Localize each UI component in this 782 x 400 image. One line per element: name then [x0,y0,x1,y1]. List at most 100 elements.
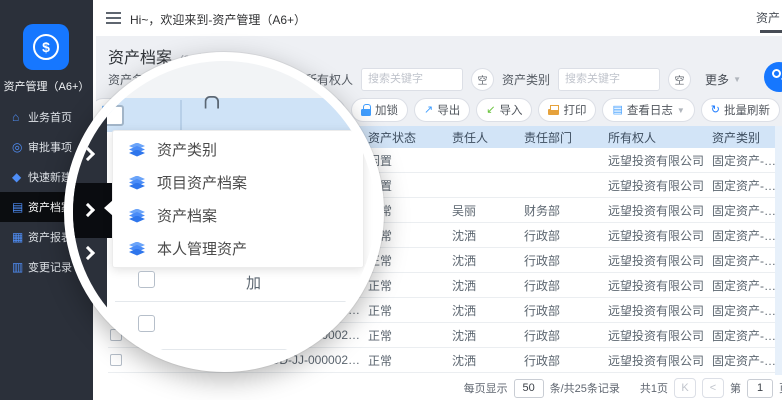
flyout-item-3[interactable]: 本人管理资产 [113,232,363,265]
cell-status: 正常 [368,327,452,344]
cell-owner: 远望投资有限公司 [608,152,712,169]
home-icon: ⌂ [12,110,28,124]
cell-status: 正常 [368,352,452,369]
page-number-input[interactable] [747,379,773,398]
cell-dept: 行政部 [524,327,608,344]
sidebar-item-label: 审批事项 [28,139,72,155]
welcome-text: Hi~，欢迎来到-资产管理（A6+） [130,11,306,28]
chevron-right-icon[interactable] [83,149,93,159]
cell-dept: 行政部 [524,252,608,269]
magnified-row-divider [115,301,355,302]
column-header: 资产类别 [712,129,782,146]
cell-category: 固定资产-其他... [712,227,782,244]
more-label: 更多 [705,71,729,88]
scrollbar-track[interactable] [775,126,782,375]
category-input[interactable] [558,68,660,91]
quick-create-icon: ◆ [12,170,28,184]
export-button[interactable]: ↗ 导出 [414,98,470,122]
asset-report-icon: ▦ [12,230,28,244]
cell-dept: 财务部 [524,202,608,219]
cell-dept: 行政部 [524,277,608,294]
button-label: 加锁 [375,102,398,118]
cell-category: 固定资产-其他... [712,277,782,294]
cell-person: 沈洒 [452,252,524,269]
cell-person: 沈洒 [452,302,524,319]
print-icon [548,109,559,115]
magnifier-overlay: 资产类别项目资产档案资产档案本人管理资产 加 [64,52,384,372]
search-icon [772,69,781,78]
more-filters-button[interactable]: 更多 ▼ [705,71,741,88]
cell-person: 沈洒 [452,227,524,244]
button-label: 批量刷新 [724,102,770,118]
cell-status: 正常 [368,252,452,269]
owner-input[interactable] [361,68,463,91]
pagination-bar: 每页显示 条/共25条记录 共1页 K < 第 页 [96,375,782,400]
lock-button[interactable]: 加锁 [351,98,408,122]
magnifier-content: 资产类别项目资产档案资产档案本人管理资产 加 [73,61,375,363]
flyout-menu: 资产类别项目资产档案资产档案本人管理资产 [112,130,364,268]
cell-category: 固定资产-电子... [712,152,782,169]
app-screen: $ 资产管理（A6+） ⌂业务首页◎审批事项◆快速新建▤资产档案▦资产报表▥变更… [0,0,782,400]
per-page-input[interactable] [514,379,544,398]
app-logo: $ [23,24,69,70]
layers-icon [129,209,145,223]
cell-owner: 远望投资有限公司 [608,177,712,194]
cell-category: 固定资产-电子... [712,202,782,219]
chevron-right-icon[interactable] [83,205,93,215]
cell-owner: 远望投资有限公司 [608,277,712,294]
hamburger-menu-icon[interactable] [106,12,121,27]
button-label: 导出 [437,102,460,118]
import-icon: ↙ [486,105,495,116]
cell-dept: 行政部 [524,352,608,369]
magnified-row-checkbox[interactable] [138,271,155,288]
chevron-right-icon[interactable] [83,248,93,258]
export-icon: ↗ [424,105,433,116]
log-button[interactable]: ▤查看日志▼ [602,98,694,122]
layers-icon [129,176,145,190]
cell-category: 固定资产-家具... [712,327,782,344]
empty-toggle-category[interactable]: 空 [668,68,691,91]
magnified-row-text: 加 [246,272,261,293]
log-icon: ▤ [612,105,622,116]
button-label: 打印 [563,102,586,118]
tab-underline [760,30,782,33]
cell-person: 吴丽 [452,202,524,219]
refresh-button[interactable]: ↻批量刷新 [701,98,780,122]
row-checkbox[interactable] [110,354,122,366]
sidebar-item-label: 快速新建 [28,169,72,185]
topbar: Hi~，欢迎来到-资产管理（A6+） 资产 [96,0,782,36]
filter-label-category: 资产类别 [502,71,550,88]
cell-owner: 远望投资有限公司 [608,252,712,269]
cell-category: 固定资产-电子... [712,177,782,194]
cell-category: 固定资产-家具... [712,302,782,319]
flyout-item-label: 资产档案 [157,205,217,226]
cell-owner: 远望投资有限公司 [608,327,712,344]
layers-icon [129,143,145,157]
cell-category: 固定资产-家具... [712,352,782,369]
print-button[interactable]: 打印 [538,98,596,122]
button-label: 导入 [499,102,522,118]
cell-category: 固定资产-其他... [712,252,782,269]
pages-label: 共1页 [640,380,668,396]
flyout-item-2[interactable]: 资产档案 [113,199,363,232]
prev-page-button[interactable]: < [702,378,724,398]
asset-archive-icon: ▤ [12,200,28,214]
import-button[interactable]: ↙ 导入 [476,98,532,122]
flyout-item-0[interactable]: 资产类别 [113,133,363,166]
cell-owner: 远望投资有限公司 [608,202,712,219]
records-label: 条/共25条记录 [550,380,620,396]
column-header: 责任部门 [524,129,608,146]
chevron-down-icon: ▼ [677,106,685,115]
magnified-row-checkbox[interactable] [138,315,155,332]
first-page-button[interactable]: K [674,378,696,398]
empty-toggle-owner[interactable]: 空 [471,68,494,91]
flyout-pointer [104,200,113,216]
cell-status: 正常 [368,277,452,294]
cell-person: 沈洒 [452,352,524,369]
column-header: 责任人 [452,129,524,146]
cell-status: 正常 [368,302,452,319]
flyout-item-1[interactable]: 项目资产档案 [113,166,363,199]
search-fab-button[interactable] [764,62,782,92]
tab-asset[interactable]: 资产 [756,9,780,26]
layers-icon [129,242,145,256]
